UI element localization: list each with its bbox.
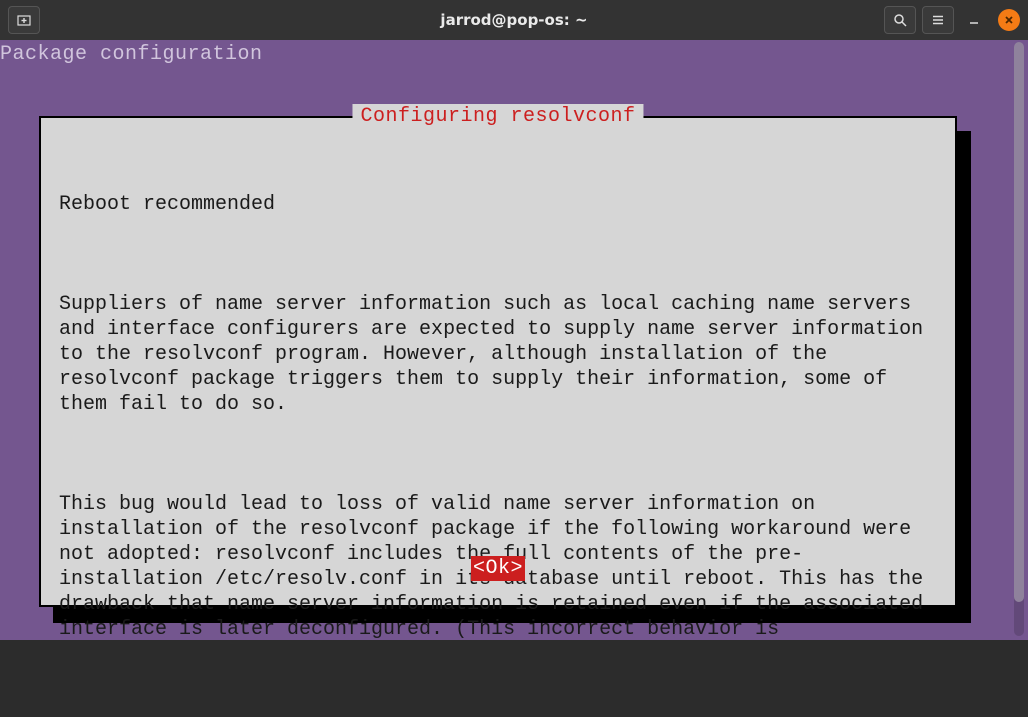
close-button[interactable] [998,9,1020,31]
menu-button[interactable] [922,6,954,34]
dialog-content: Reboot recommended Suppliers of name ser… [41,118,955,717]
ok-button[interactable]: <Ok> [471,556,525,581]
new-tab-icon [17,13,31,27]
scrollbar-thumb[interactable] [1014,42,1024,602]
dialog-paragraph-1: Suppliers of name server information suc… [59,292,937,417]
scrollbar[interactable] [1014,42,1024,636]
terminal-inner: Configuring resolvconf Reboot recommende… [28,67,992,665]
package-config-header: Package configuration [0,40,1028,67]
window-titlebar: jarrod@pop-os: ~ [0,0,1028,40]
window-title: jarrod@pop-os: ~ [440,11,587,29]
minimize-icon [968,14,980,26]
dialog-heading: Reboot recommended [59,192,937,217]
titlebar-right-group [878,6,1020,34]
config-dialog: Configuring resolvconf Reboot recommende… [39,116,957,607]
minimize-button[interactable] [960,6,988,34]
close-icon [1004,15,1014,25]
dialog-title: Configuring resolvconf [352,104,643,129]
terminal-viewport: Package configuration Configuring resolv… [0,40,1028,640]
titlebar-left-group [8,6,46,34]
search-button[interactable] [884,6,916,34]
new-tab-button[interactable] [8,6,40,34]
dialog-title-wrap: Configuring resolvconf [352,104,643,129]
hamburger-icon [931,13,945,27]
search-icon [893,13,907,27]
